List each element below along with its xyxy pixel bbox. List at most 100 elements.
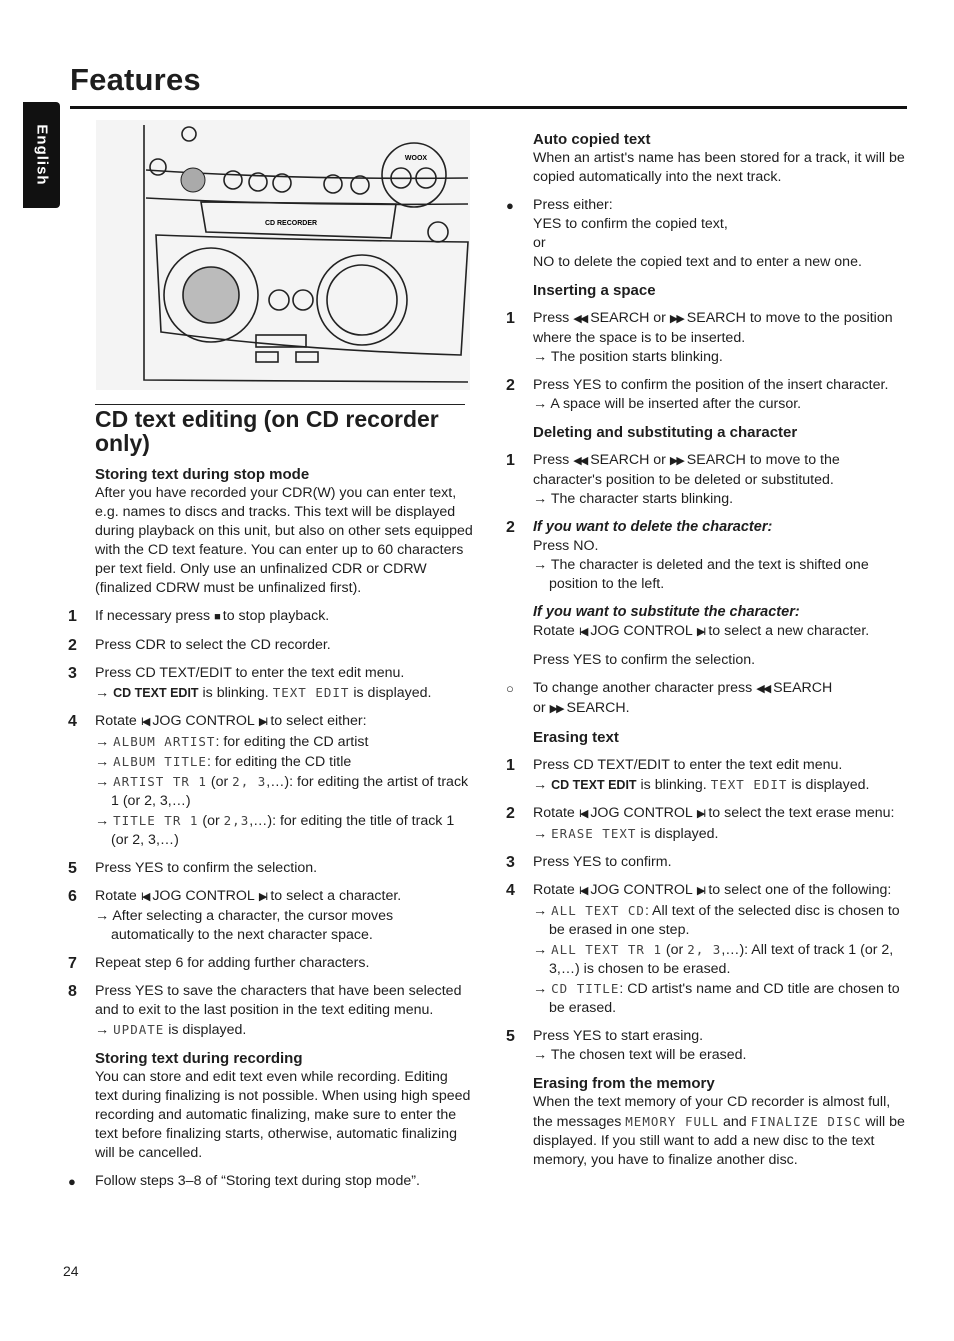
page-title: Features <box>70 62 201 97</box>
text-segment: YES to confirm the copied text, <box>533 216 728 232</box>
rewind-icon: ◀◀ <box>573 313 588 325</box>
text-segment: to select the text erase menu: <box>708 805 895 821</box>
section-heading: Inserting a space <box>533 282 656 299</box>
text-segment: After you have recorded your CDR(W) you … <box>95 485 473 596</box>
text-line: Rotate I◀ JOG CONTROL ▶I to select a charact… <box>95 887 473 907</box>
text-segment: (or <box>206 774 233 790</box>
text-segment: Rotate <box>533 805 575 821</box>
text-segment: You can store and edit text even while r… <box>95 1069 471 1161</box>
display-text: 2,3 <box>223 813 250 828</box>
text-segment: is displayed. <box>349 685 432 701</box>
text-segment: is displayed. <box>164 1022 247 1038</box>
section-heading: Erasing text <box>533 729 619 746</box>
text-segment: is displayed. <box>636 826 719 842</box>
step-item: 2 Rotate I◀ JOG CONTROL ▶I to select the text… <box>506 804 911 844</box>
step-number: 2 <box>506 377 515 394</box>
text-line: Press YES to confirm the position of the… <box>533 376 911 395</box>
result-line: → The chosen text will be erased. <box>533 1046 911 1065</box>
bullet-item: ● Press either: YES to confirm the copied … <box>506 196 911 272</box>
text-segment: (or <box>198 813 224 829</box>
title-divider <box>70 106 907 109</box>
paragraph: Rotate I◀ JOG CONTROL ▶I to select a new cha… <box>533 622 911 642</box>
step-number: 2 <box>506 519 515 536</box>
text-line: Press YES to confirm the selection. <box>533 651 911 670</box>
text-segment: and <box>719 1114 751 1130</box>
text-segment: JOG CONTROL <box>152 713 255 729</box>
stop-icon: ■ <box>214 611 221 623</box>
text-segment: When an artist's name has been stored fo… <box>533 150 905 185</box>
step-number: 4 <box>68 713 77 730</box>
prev-icon: I◀ <box>140 716 150 728</box>
result-line: → ALBUM ARTIST: for editing the CD artis… <box>95 732 473 752</box>
text-segment: → <box>95 754 114 770</box>
text-segment: Press CDR to select the CD recorder. <box>95 637 331 653</box>
text-line: When the text memory of your CD recorder… <box>533 1093 911 1170</box>
section-title: CD text editing (on CD recorder only) <box>95 404 465 455</box>
text-segment: is displayed. <box>787 777 870 793</box>
text-segment: → <box>95 734 114 750</box>
paragraph: After you have recorded your CDR(W) you … <box>95 484 473 598</box>
text-segment: SEARCH or <box>590 310 666 326</box>
text-line: Press YES to confirm the selection. <box>95 859 473 878</box>
section-heading: If you want to substitute the character: <box>533 604 800 620</box>
display-text: MEMORY FULL <box>625 1114 720 1129</box>
text-segment: → <box>533 777 552 793</box>
prev-icon: I◀ <box>140 891 150 903</box>
result-line: → ALL TEXT CD: All text of the selected … <box>533 901 911 940</box>
text-segment: Press NO. <box>533 538 599 554</box>
step-item: 1 Press ◀◀ SEARCH or ▶▶ SEARCH to move to the… <box>506 309 911 367</box>
text-segment: NO to delete the copied text and to ente… <box>533 254 862 270</box>
bullet-icon: ● <box>68 1174 76 1189</box>
illustration-label: CD RECORDER <box>265 220 317 227</box>
text-segment: JOG CONTROL <box>152 888 255 904</box>
text-line: Rotate I◀ JOG CONTROL ▶I to select either: <box>95 712 473 732</box>
fast-forward-icon: ▶▶ <box>549 703 565 715</box>
display-text: TITLE TR 1 <box>113 813 199 828</box>
result-line: → ARTIST TR 1 (or 2, 3,…): for editing t… <box>95 772 473 811</box>
text-segment: If necessary press <box>95 608 211 624</box>
result-line: → ALL TEXT TR 1 (or 2, 3,…): All text of… <box>533 940 911 979</box>
text-segment: → The chosen text will be erased. <box>533 1047 747 1063</box>
step-number: 1 <box>506 310 515 327</box>
display-text: 2, 3 <box>687 942 722 957</box>
text-segment: JOG CONTROL <box>590 882 693 898</box>
display-text: ALL TEXT TR 1 <box>551 942 662 957</box>
text-line: Press CD TEXT/EDIT to enter the text edi… <box>533 756 911 775</box>
result-line: → After selecting a character, the curso… <box>95 907 473 945</box>
text-segment: to select either: <box>270 713 367 729</box>
text-line: Press CDR to select the CD recorder. <box>95 636 473 655</box>
fast-forward-icon: ▶▶ <box>669 313 685 325</box>
text-segment: to stop playback. <box>222 608 330 624</box>
next-icon: ▶I <box>696 808 706 820</box>
result-line: → CD TITLE: CD artist's name and CD titl… <box>533 979 911 1018</box>
text-segment: : for editing the CD artist <box>215 734 369 750</box>
text-line: Press CD TEXT/EDIT to enter the text edi… <box>95 664 473 683</box>
text-segment: (or <box>661 942 688 958</box>
text-segment: Repeat step 6 for adding further charact… <box>95 955 370 971</box>
step-number: 4 <box>506 882 515 899</box>
step-number: 6 <box>68 888 77 905</box>
section-heading: Erasing from the memory <box>533 1075 715 1092</box>
text-segment: → A space will be inserted after the cur… <box>533 396 802 412</box>
prev-icon: I◀ <box>578 885 588 897</box>
display-text: ALBUM ARTIST <box>113 734 216 749</box>
indicator-label: CD TEXT EDIT <box>551 778 637 792</box>
text-line: or <box>533 234 911 253</box>
step-number: 2 <box>506 805 515 822</box>
text-segment: Press YES to confirm the selection. <box>533 652 756 668</box>
text-segment: JOG CONTROL <box>590 623 693 639</box>
bullet-icon: ○ <box>506 681 514 696</box>
result-line: → The character is deleted and the text … <box>533 556 911 594</box>
indicator-label: CD TEXT EDIT <box>113 686 199 700</box>
text-segment: To change another character press <box>533 680 753 696</box>
result-line: → CD TEXT EDIT is blinking. TEXT EDIT is… <box>95 683 473 703</box>
result-line: → ALBUM TITLE: for editing the CD title <box>95 752 473 772</box>
cd-recorder-illustration: CD RECORDER WOOX <box>96 120 470 390</box>
text-segment: Press YES to confirm the position of the… <box>533 377 889 393</box>
section-heading: Storing text during stop mode <box>95 466 310 483</box>
text-segment: Follow steps 3–8 of “Storing text during… <box>95 1173 420 1189</box>
left-column: CD text editing (on CD recorder only) Sto… <box>68 404 473 1191</box>
text-segment: : for editing the CD title <box>206 754 352 770</box>
text-line: When an artist's name has been stored fo… <box>533 149 911 187</box>
